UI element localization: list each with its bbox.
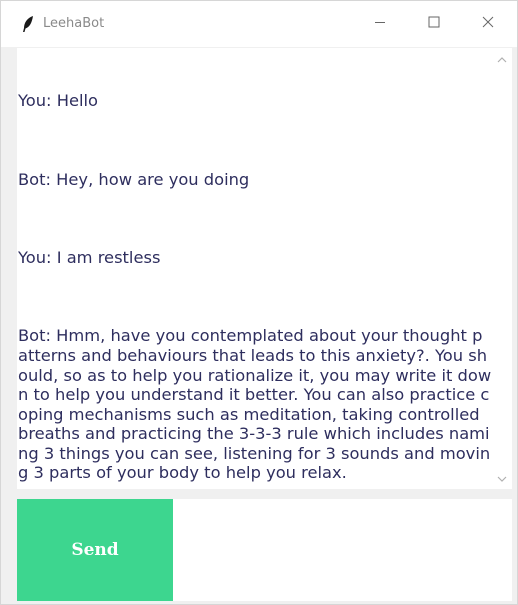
chevron-down-icon	[497, 470, 507, 488]
minimize-icon	[374, 15, 386, 33]
title-bar[interactable]: LeehaBot	[1, 1, 517, 47]
minimize-button[interactable]	[357, 1, 403, 47]
send-button[interactable]: Send	[17, 499, 173, 601]
chevron-up-icon	[497, 51, 507, 69]
message-input[interactable]	[173, 499, 512, 601]
chat-scrollbar[interactable]	[492, 48, 512, 489]
close-icon	[482, 15, 494, 33]
chat-message: You: I am restless	[18, 247, 161, 267]
app-window: LeehaBot You: Hello Bot: Hey, how are yo…	[0, 0, 518, 605]
maximize-icon	[428, 15, 440, 33]
feather-icon	[21, 15, 35, 33]
close-button[interactable]	[465, 1, 511, 47]
scroll-up-button[interactable]	[492, 50, 512, 70]
window-title: LeehaBot	[43, 16, 105, 31]
scroll-down-button[interactable]	[492, 469, 512, 489]
chat-text: You: Hello Bot: Hey, how are you doing Y…	[18, 52, 492, 489]
chat-message: Bot: Hmm, have you contemplated about yo…	[18, 326, 492, 483]
chat-message: You: Hello	[18, 91, 98, 111]
maximize-button[interactable]	[411, 1, 457, 47]
chat-message: Bot: Hey, how are you doing	[18, 169, 250, 189]
chat-log[interactable]: You: Hello Bot: Hey, how are you doing Y…	[17, 48, 492, 489]
